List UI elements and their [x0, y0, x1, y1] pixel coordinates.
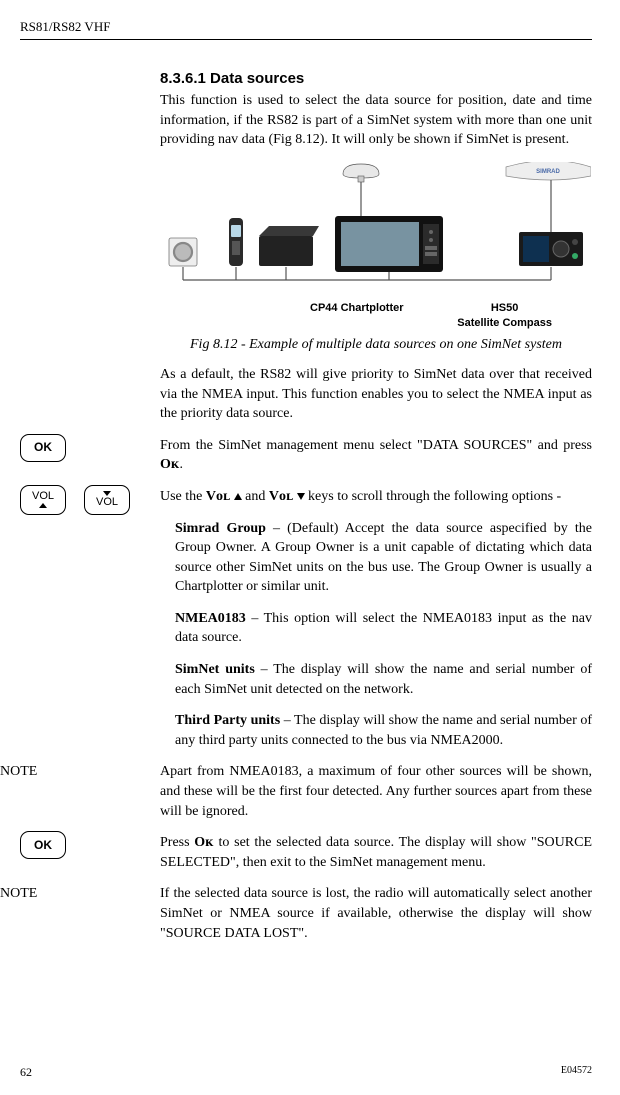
note-2: If the selected data source is lost, the…: [160, 884, 592, 943]
third-party-option: Third Party units – The display will sho…: [175, 711, 592, 750]
cp44-label: CP44 Chartplotter: [310, 301, 404, 332]
triangle-up-icon: [39, 503, 47, 508]
vol-down-button-icon: VOL: [84, 485, 130, 515]
simrad-group-option: Simrad Group – (Default) Accept the data…: [175, 519, 592, 597]
note-1: Apart from NMEA0183, a maximum of four o…: [160, 762, 592, 821]
doc-number: E04572: [561, 1064, 592, 1081]
note-label: NOTE: [0, 884, 37, 904]
intro-paragraph: This function is used to select the data…: [160, 91, 592, 150]
section-title: 8.3.6.1 Data sources: [160, 68, 592, 89]
simnet-units-option: SimNet units – The display will show the…: [175, 660, 592, 699]
from-simnet-paragraph: From the SimNet management menu select "…: [160, 436, 592, 475]
hs50-label: HS50: [491, 302, 519, 314]
triangle-up-icon: [234, 493, 242, 500]
system-diagram: SIMRAD CP44 Chartplotter HS50 Satellite …: [160, 162, 592, 331]
press-ok-paragraph: Press Oᴋ to set the selected data source…: [160, 833, 592, 872]
use-vol-paragraph: Use the Vᴏʟ and Vᴏʟ keys to scroll throu…: [160, 487, 592, 507]
ok-button-icon: OK: [20, 434, 66, 462]
vol-up-button-icon: VOL: [20, 485, 66, 515]
default-paragraph: As a default, the RS82 will give priorit…: [160, 365, 592, 424]
ok-button-icon: OK: [20, 831, 66, 859]
page-number: 62: [20, 1064, 32, 1081]
figure-caption: Fig 8.12 - Example of multiple data sour…: [160, 335, 592, 355]
nmea-option: NMEA0183 – This option will select the N…: [175, 609, 592, 648]
simrad-label: SIMRAD: [536, 169, 560, 175]
note-label: NOTE: [0, 762, 37, 782]
hs50-sublabel: Satellite Compass: [457, 317, 552, 329]
triangle-down-icon: [297, 493, 305, 500]
page-header: RS81/RS82 VHF: [20, 18, 592, 40]
